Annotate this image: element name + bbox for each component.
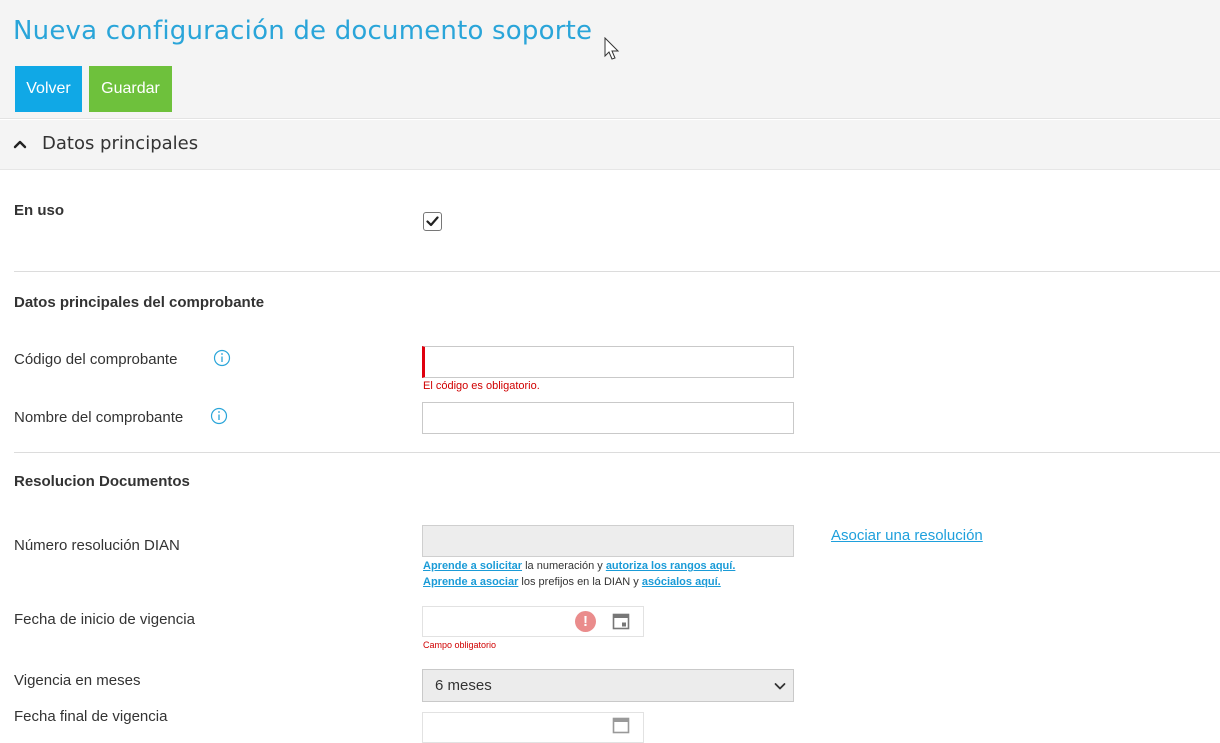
vigencia-label: Vigencia en meses	[14, 672, 141, 689]
autoriza-rangos-link[interactable]: autoriza los rangos aquí.	[606, 560, 736, 572]
calendar-icon[interactable]	[612, 612, 630, 630]
help-text: los prefijos en la DIAN y	[518, 576, 642, 588]
info-icon[interactable]	[213, 349, 231, 367]
chevron-up-icon	[13, 140, 27, 149]
mouse-cursor-icon	[604, 37, 620, 60]
divider	[14, 452, 1220, 453]
en-uso-label: En uso	[14, 202, 65, 219]
aprende-asociar-link[interactable]: Aprende a asociar	[423, 576, 518, 588]
section-header-datos-principales[interactable]: Datos principales	[0, 120, 1220, 170]
asocialos-link[interactable]: asócialos aquí.	[642, 576, 721, 588]
fecha-inicio-input[interactable]	[422, 606, 644, 637]
back-button[interactable]: Volver	[15, 66, 82, 112]
help-text: la numeración y	[522, 560, 606, 572]
vigencia-value: 6 meses	[435, 677, 492, 694]
asociar-resolucion-link[interactable]: Asociar una resolución	[831, 527, 983, 544]
section-title: Datos principales	[42, 133, 199, 154]
fecha-final-label: Fecha final de vigencia	[14, 708, 168, 725]
subsection-comprobante-title: Datos principales del comprobante	[14, 294, 265, 311]
save-button[interactable]: Guardar	[89, 66, 172, 112]
codigo-error: El código es obligatorio.	[423, 380, 540, 392]
en-uso-checkbox[interactable]	[423, 212, 442, 231]
chevron-down-icon	[774, 683, 786, 690]
error-icon: !	[575, 611, 596, 632]
fecha-inicio-error: Campo obligatorio	[423, 640, 497, 650]
help-line-2: Aprende a asociar los prefijos en la DIA…	[423, 576, 721, 588]
codigo-input[interactable]	[422, 346, 794, 378]
nombre-label: Nombre del comprobante	[14, 409, 184, 426]
codigo-label: Código del comprobante	[14, 351, 178, 368]
subsection-resolucion-title: Resolucion Documentos	[14, 473, 190, 490]
fecha-final-input[interactable]	[422, 712, 644, 743]
resolucion-input	[422, 525, 794, 557]
page-header: Nueva configuración de documento soporte…	[0, 0, 1220, 119]
aprende-solicitar-link[interactable]: Aprende a solicitar	[423, 560, 522, 572]
fecha-inicio-label: Fecha de inicio de vigencia	[14, 611, 195, 628]
help-line-1: Aprende a solicitar la numeración y auto…	[423, 560, 735, 572]
info-icon[interactable]	[210, 407, 228, 425]
vigencia-select[interactable]: 6 meses	[422, 669, 794, 702]
page-title: Nueva configuración de documento soporte	[13, 16, 593, 46]
checkmark-icon	[426, 216, 439, 227]
resolucion-label: Número resolución DIAN	[14, 537, 180, 554]
divider	[14, 271, 1220, 272]
nombre-input[interactable]	[422, 402, 794, 434]
calendar-icon[interactable]	[612, 716, 630, 734]
